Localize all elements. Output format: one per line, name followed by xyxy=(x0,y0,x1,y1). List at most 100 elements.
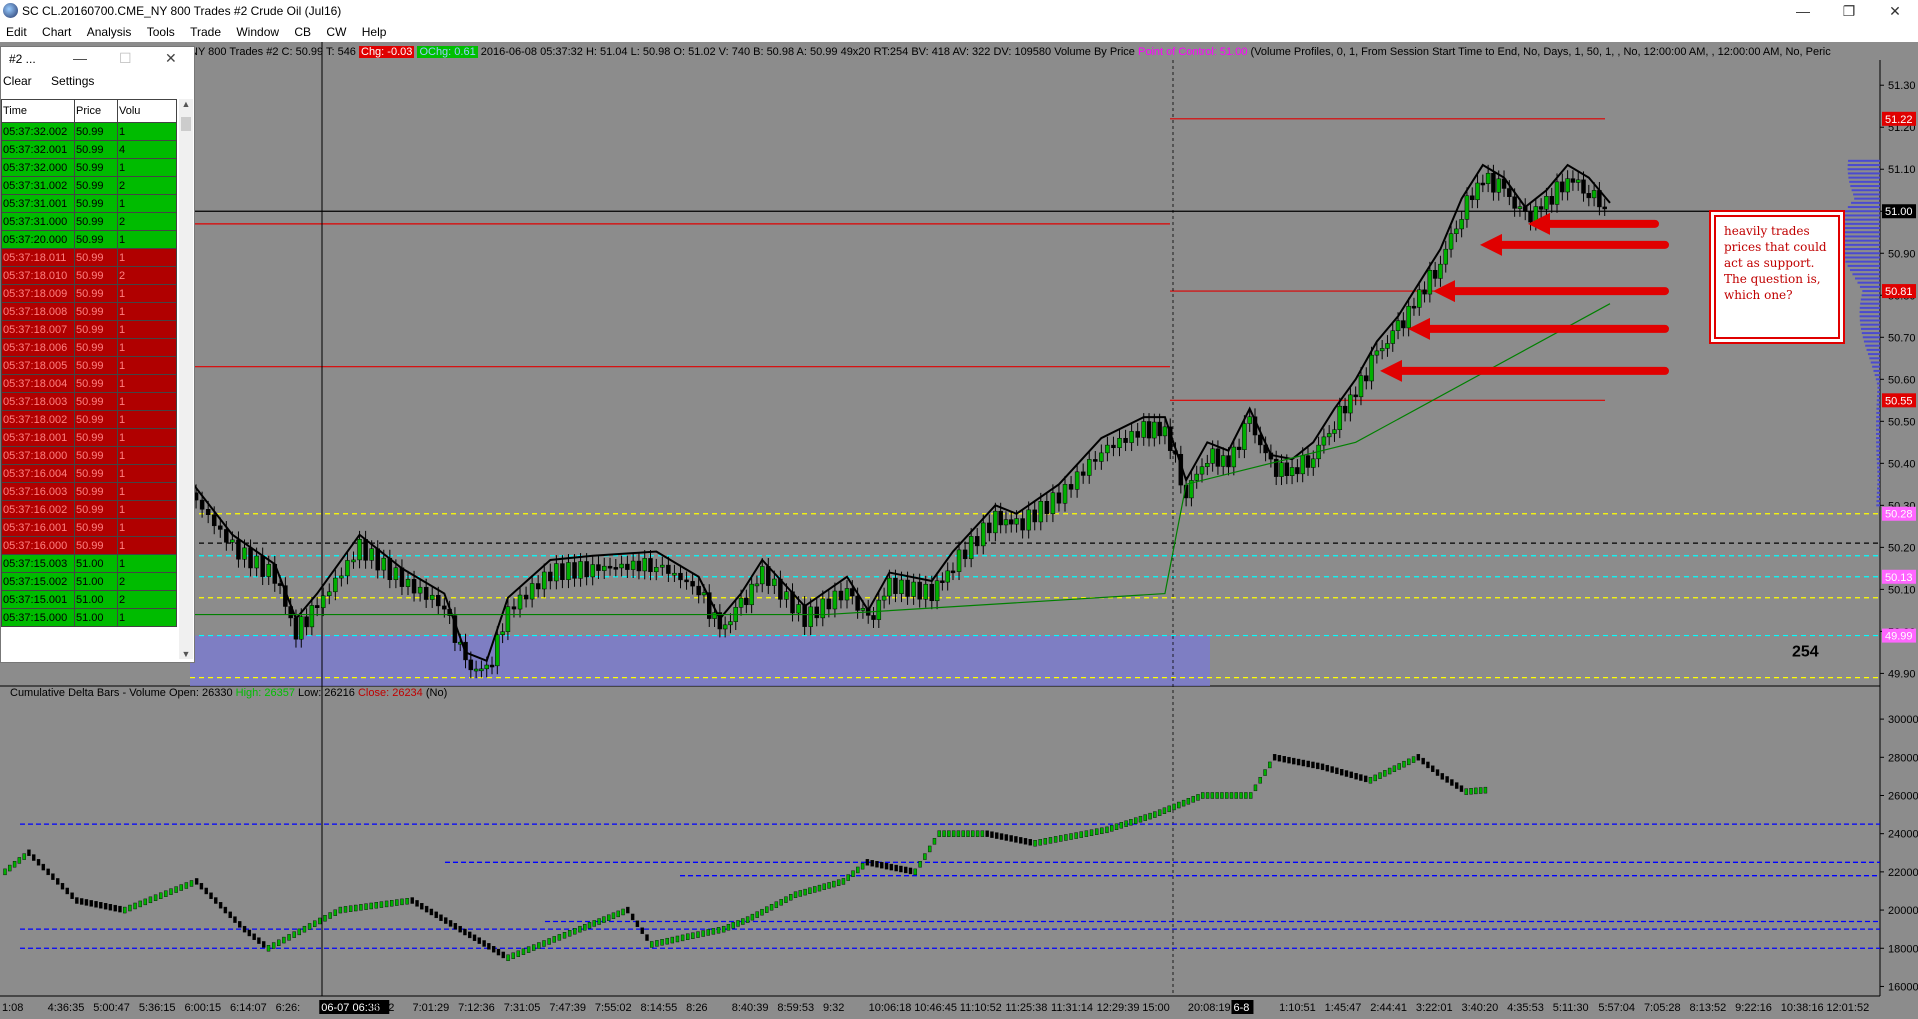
delta-bar xyxy=(1129,819,1133,826)
volume-profile-bar xyxy=(1859,306,1880,309)
tas-row[interactable]: 05:37:18.011 50.99 1 xyxy=(1,248,177,267)
tas-row[interactable]: 05:37:16.001 50.99 1 xyxy=(1,518,177,537)
tas-row[interactable]: 05:37:15.001 51.00 2 xyxy=(1,590,177,609)
tas-row[interactable]: 05:37:18.008 50.99 1 xyxy=(1,302,177,321)
candle-body xyxy=(1146,421,1152,439)
candle-body xyxy=(505,606,511,632)
menu-cw[interactable]: CW xyxy=(320,22,352,42)
scroll-thumb[interactable] xyxy=(181,117,191,131)
delta-bar xyxy=(1205,792,1210,799)
delta-bar xyxy=(670,936,675,944)
tas-cell-time: 05:37:18.004 xyxy=(1,374,75,393)
tas-row[interactable]: 05:37:16.000 50.99 1 xyxy=(1,536,177,555)
delta-bar xyxy=(1378,772,1382,779)
candle-body xyxy=(500,631,505,635)
chart-area[interactable]: 51.3051.2051.1051.0050.9050.8050.7050.60… xyxy=(0,42,1918,1019)
candle-body xyxy=(399,567,405,587)
tas-row[interactable]: 05:37:15.000 51.00 1 xyxy=(1,608,177,627)
volume-profile-bar xyxy=(1839,248,1880,251)
candle-body xyxy=(1480,182,1486,186)
tas-cell-volume: 1 xyxy=(117,284,177,303)
tas-row[interactable]: 05:37:18.007 50.99 1 xyxy=(1,320,177,339)
tas-cell-volume: 1 xyxy=(117,554,177,573)
candle-body xyxy=(1199,466,1205,475)
delta-bar xyxy=(94,901,98,908)
tas-row[interactable]: 05:37:18.006 50.99 1 xyxy=(1,338,177,357)
tas-row[interactable]: 05:37:32.000 50.99 1 xyxy=(1,158,177,177)
tas-row[interactable]: 05:37:15.003 51.00 1 xyxy=(1,554,177,573)
close-icon[interactable]: ✕ xyxy=(1872,0,1918,22)
scroll-up-icon[interactable]: ▲ xyxy=(179,99,193,109)
tas-minimize-icon[interactable]: — xyxy=(73,50,87,66)
tas-row[interactable]: 05:37:31.001 50.99 1 xyxy=(1,194,177,213)
tas-row[interactable]: 05:37:15.002 51.00 2 xyxy=(1,572,177,591)
candle-body xyxy=(304,616,309,628)
candle-body xyxy=(808,606,813,627)
tas-row[interactable]: 05:37:18.005 50.99 1 xyxy=(1,356,177,375)
tas-close-icon[interactable]: ✕ xyxy=(165,50,177,67)
time-tick-label: 7:01:29 xyxy=(412,1002,449,1014)
tas-row[interactable]: 05:37:31.002 50.99 2 xyxy=(1,176,177,195)
tas-maximize-icon[interactable]: ☐ xyxy=(119,50,132,67)
restore-icon[interactable]: ❐ xyxy=(1826,0,1872,22)
tas-row[interactable]: 05:37:31.000 50.99 2 xyxy=(1,212,177,231)
tas-row[interactable]: 05:37:16.002 50.99 1 xyxy=(1,500,177,519)
time-tick-label: 10:38:16 xyxy=(1781,1002,1824,1014)
delta-bar xyxy=(851,870,855,877)
menu-edit[interactable]: Edit xyxy=(0,22,33,42)
tas-row[interactable]: 05:37:18.003 50.99 1 xyxy=(1,392,177,411)
tas-row[interactable]: 05:37:18.001 50.99 1 xyxy=(1,428,177,447)
candle-body xyxy=(881,595,887,601)
column-header-volume[interactable]: Volu xyxy=(117,99,177,123)
tas-row[interactable]: 05:37:16.004 50.99 1 xyxy=(1,464,177,483)
delta-bar xyxy=(313,920,317,927)
candle-body xyxy=(1538,206,1544,210)
tas-row[interactable]: 05:37:32.001 50.99 4 xyxy=(1,140,177,159)
tas-row[interactable]: 05:37:20.000 50.99 1 xyxy=(1,230,177,249)
delta-bar xyxy=(1167,805,1171,813)
time-and-sales-window[interactable]: #2 ... — ☐ ✕ Clear Settings Time Price V… xyxy=(0,46,195,663)
tas-clear-button[interactable]: Clear xyxy=(3,71,32,91)
tas-cell-time: 05:37:16.003 xyxy=(1,482,75,501)
delta-bar xyxy=(410,897,414,904)
tas-scrollbar[interactable]: ▲ ▼ xyxy=(179,99,193,659)
tas-row[interactable]: 05:37:18.004 50.99 1 xyxy=(1,374,177,393)
menu-analysis[interactable]: Analysis xyxy=(81,22,138,42)
tas-row[interactable]: 05:37:18.002 50.99 1 xyxy=(1,410,177,429)
menu-chart[interactable]: Chart xyxy=(36,22,77,42)
delta-bar xyxy=(721,925,726,933)
scroll-down-icon[interactable]: ▼ xyxy=(179,649,193,659)
minimize-icon[interactable]: — xyxy=(1780,0,1826,22)
volume-profile-bar xyxy=(1877,487,1880,490)
tas-row[interactable]: 05:37:16.003 50.99 1 xyxy=(1,482,177,501)
delta-bar xyxy=(1287,756,1291,764)
menu-tools[interactable]: Tools xyxy=(141,22,181,42)
tas-row[interactable]: 05:37:18.010 50.99 2 xyxy=(1,266,177,285)
volume-profile-bar xyxy=(1876,432,1880,435)
delta-bar xyxy=(1426,761,1430,769)
tas-cell-volume: 1 xyxy=(117,536,177,555)
delta-bar xyxy=(1272,754,1277,761)
delta-bar xyxy=(856,866,860,874)
delta-bar xyxy=(302,925,307,933)
tas-settings-button[interactable]: Settings xyxy=(51,71,94,91)
annotation-box[interactable]: heavily trades prices that could act as … xyxy=(1711,212,1843,342)
tas-row[interactable]: 05:37:18.009 50.99 1 xyxy=(1,284,177,303)
menu-window[interactable]: Window xyxy=(230,22,285,42)
tas-row[interactable]: 05:37:32.002 50.99 1 xyxy=(1,122,177,141)
delta-bar xyxy=(1258,777,1262,784)
delta-bar xyxy=(218,902,223,909)
candle-body xyxy=(642,558,647,572)
delta-bar xyxy=(184,882,189,889)
time-tick-label: 11:31:14 xyxy=(1051,1002,1093,1014)
volume-profile-bar xyxy=(1853,193,1880,196)
column-header-time[interactable]: Time xyxy=(1,99,75,123)
volume-profile-bar xyxy=(1876,458,1880,461)
delta-bar xyxy=(247,929,252,937)
menu-cb[interactable]: CB xyxy=(288,22,317,42)
candle-body xyxy=(1311,458,1316,468)
column-header-price[interactable]: Price xyxy=(74,99,118,123)
tas-row[interactable]: 05:37:18.000 50.99 1 xyxy=(1,446,177,465)
menu-help[interactable]: Help xyxy=(356,22,393,42)
menu-trade[interactable]: Trade xyxy=(184,22,227,42)
